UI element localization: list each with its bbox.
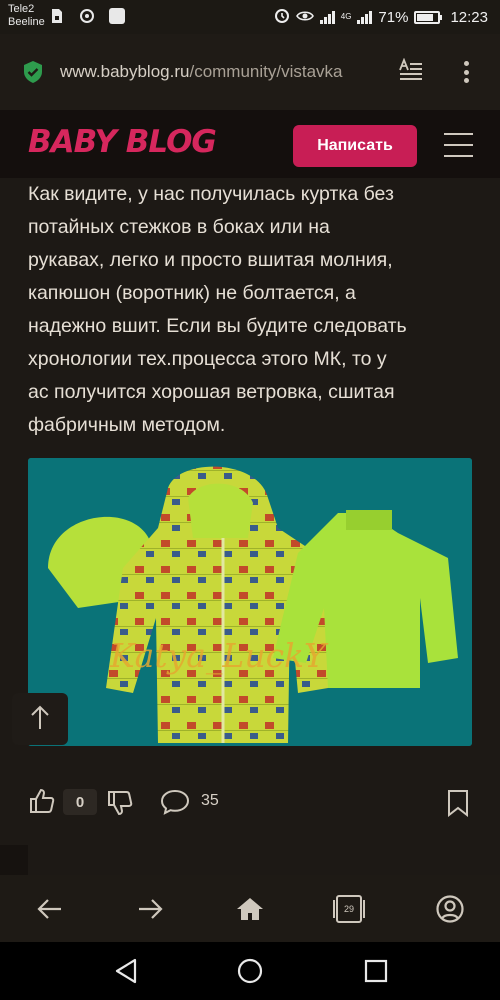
status-right: 4G 71% 12:23 xyxy=(274,7,488,27)
bookmark-icon[interactable] xyxy=(446,789,470,822)
alarm-icon xyxy=(274,7,290,27)
thumbs-down-icon[interactable] xyxy=(106,789,134,822)
menu-hamburger-icon[interactable] xyxy=(444,133,473,157)
signal-icon xyxy=(319,10,335,24)
forward-arrow-icon[interactable] xyxy=(133,892,167,926)
url-host: www.babyblog.ru xyxy=(60,62,190,81)
article-body-text: Как видите, у нас получилась куртка без … xyxy=(28,183,407,436)
nav-back-icon[interactable] xyxy=(112,957,140,985)
network-type: 4G xyxy=(340,12,352,21)
tabs-icon[interactable]: 29 xyxy=(332,892,366,926)
write-button[interactable]: Написать xyxy=(293,125,417,167)
back-arrow-icon[interactable] xyxy=(33,892,67,926)
shield-check-icon[interactable] xyxy=(22,60,44,84)
reader-mode-icon[interactable] xyxy=(398,57,424,84)
profile-icon[interactable] xyxy=(433,892,467,926)
post-actions: 0 35 xyxy=(0,778,500,826)
eye-icon xyxy=(295,9,314,26)
scroll-to-top-button[interactable] xyxy=(12,693,68,745)
signal-2-icon xyxy=(357,10,373,24)
arrow-up-icon xyxy=(30,704,50,735)
comment-icon[interactable] xyxy=(160,789,190,820)
site-header: BABY BLOG Написать xyxy=(0,110,500,178)
wifi-calling-icon xyxy=(78,8,96,27)
article-photo[interactable]: Katya_LuckY xyxy=(28,458,472,746)
thumbs-up-icon[interactable] xyxy=(28,787,56,820)
system-nav-bar xyxy=(0,942,500,1000)
battery-icon xyxy=(414,10,443,24)
url-text[interactable]: www.babyblog.ru/community/vistavka xyxy=(60,62,343,82)
site-logo[interactable]: BABY BLOG xyxy=(28,124,217,160)
comment-count[interactable]: 35 xyxy=(201,792,219,810)
more-options-icon[interactable] xyxy=(458,58,474,86)
carrier-2: Beeline xyxy=(8,16,45,28)
tabs-count: 29 xyxy=(343,904,354,914)
browser-toolbar: 29 xyxy=(0,875,500,942)
carrier-names: Tele2 Beeline xyxy=(8,3,45,29)
photo-watermark: Katya_LuckY xyxy=(110,636,326,675)
like-count: 0 xyxy=(63,789,97,815)
content-gap xyxy=(0,845,500,875)
url-path: /community/vistavka xyxy=(189,62,343,81)
nav-home-icon[interactable] xyxy=(236,957,264,985)
square-notification-icon xyxy=(108,8,126,29)
browser-url-bar[interactable]: www.babyblog.ru/community/vistavka xyxy=(0,34,500,110)
carrier-1: Tele2 xyxy=(8,3,35,15)
article-content: Как видите, у нас получилась куртка без … xyxy=(0,178,500,845)
clock: 12:23 xyxy=(450,8,488,26)
battery-percent: 71% xyxy=(378,8,409,26)
nav-recents-icon[interactable] xyxy=(362,957,390,985)
sim-icon xyxy=(50,8,64,27)
status-bar: Tele2 Beeline 4G 71% 12:23 xyxy=(0,0,500,34)
home-icon[interactable] xyxy=(233,892,267,926)
